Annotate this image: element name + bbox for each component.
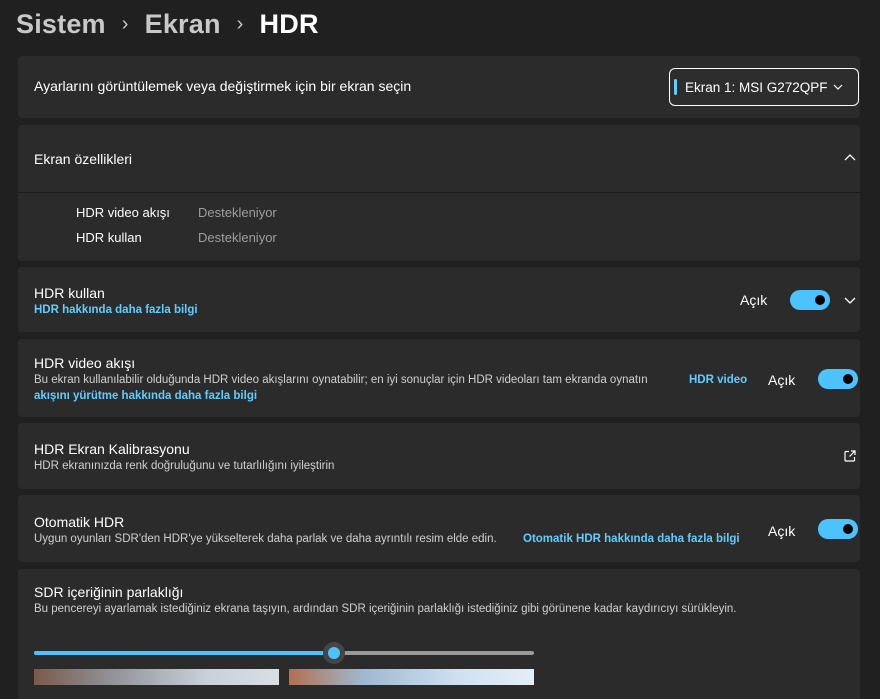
property-label: HDR kullan (76, 230, 142, 245)
divider (18, 192, 860, 193)
chevron-up-icon[interactable] (843, 152, 857, 164)
hdr-video-learn-more-link-cont[interactable]: akışını yürütme hakkında daha fazla bilg… (34, 390, 257, 402)
property-value: Destekleniyor (198, 205, 277, 220)
auto-hdr-description: Uygun oyunları SDR'den HDR'ye yükseltere… (34, 533, 497, 545)
hdr-video-title: HDR video akışı (34, 355, 136, 371)
sdr-brightness-slider[interactable] (34, 642, 534, 664)
selection-indicator (674, 79, 677, 95)
breadcrumb: Sistem › Ekran › HDR (16, 6, 319, 42)
chevron-down-icon (833, 84, 843, 90)
external-link-icon[interactable] (843, 449, 857, 463)
sdr-brightness-title: SDR içeriğinin parlaklığı (34, 584, 184, 600)
use-hdr-title: HDR kullan (34, 285, 105, 301)
toggle-knob (843, 374, 853, 384)
use-hdr-learn-more-link[interactable]: HDR hakkında daha fazla bilgi (34, 304, 198, 316)
sdr-brightness-description: Bu pencereyi ayarlamak istediğiniz ekran… (34, 603, 737, 615)
toggle-knob (843, 524, 853, 534)
property-label: HDR video akışı (76, 205, 170, 220)
property-value: Destekleniyor (198, 230, 277, 245)
slider-thumb-dot (328, 647, 340, 659)
hdr-video-description: Bu ekran kullanılabilir olduğunda HDR vi… (34, 374, 648, 386)
breadcrumb-separator: › (121, 12, 129, 35)
hdr-calibration-title: HDR Ekran Kalibrasyonu (34, 441, 190, 457)
display-properties-title: Ekran özellikleri (34, 151, 133, 167)
auto-hdr-toggle[interactable] (818, 519, 858, 539)
auto-hdr-learn-more-link[interactable]: Otomatik HDR hakkında daha fazla bilgi (523, 533, 740, 545)
use-hdr-card[interactable] (18, 267, 860, 332)
use-hdr-state-label: Açık (740, 292, 768, 308)
slider-thumb[interactable] (323, 642, 345, 664)
auto-hdr-card (18, 495, 860, 562)
display-properties-card (18, 125, 860, 261)
use-hdr-toggle[interactable] (790, 290, 830, 310)
hdr-video-learn-more-link[interactable]: HDR video (689, 374, 747, 386)
display-select-prompt: Ayarlarını görüntülemek veya değiştirmek… (34, 78, 412, 94)
display-properties-header[interactable] (18, 125, 860, 192)
display-select-dropdown[interactable]: Ekran 1: MSI G272QPF (669, 68, 859, 106)
breadcrumb-sistem[interactable]: Sistem (16, 9, 106, 40)
hdr-video-state-label: Açık (768, 372, 796, 388)
display-select-value: Ekran 1: MSI G272QPF (685, 79, 828, 95)
sdr-preview-image (34, 669, 279, 685)
hdr-video-toggle[interactable] (818, 369, 858, 389)
breadcrumb-separator: › (236, 12, 244, 35)
auto-hdr-title: Otomatik HDR (34, 514, 125, 530)
toggle-knob (815, 295, 825, 305)
breadcrumb-ekran[interactable]: Ekran (145, 9, 221, 40)
hdr-preview-image (289, 669, 534, 685)
chevron-down-icon[interactable] (843, 294, 857, 306)
slider-fill (34, 651, 334, 655)
page-title: HDR (259, 8, 319, 39)
auto-hdr-state-label: Açık (768, 523, 796, 539)
hdr-calibration-description: HDR ekranınızda renk doğruluğunu ve tuta… (34, 460, 335, 472)
